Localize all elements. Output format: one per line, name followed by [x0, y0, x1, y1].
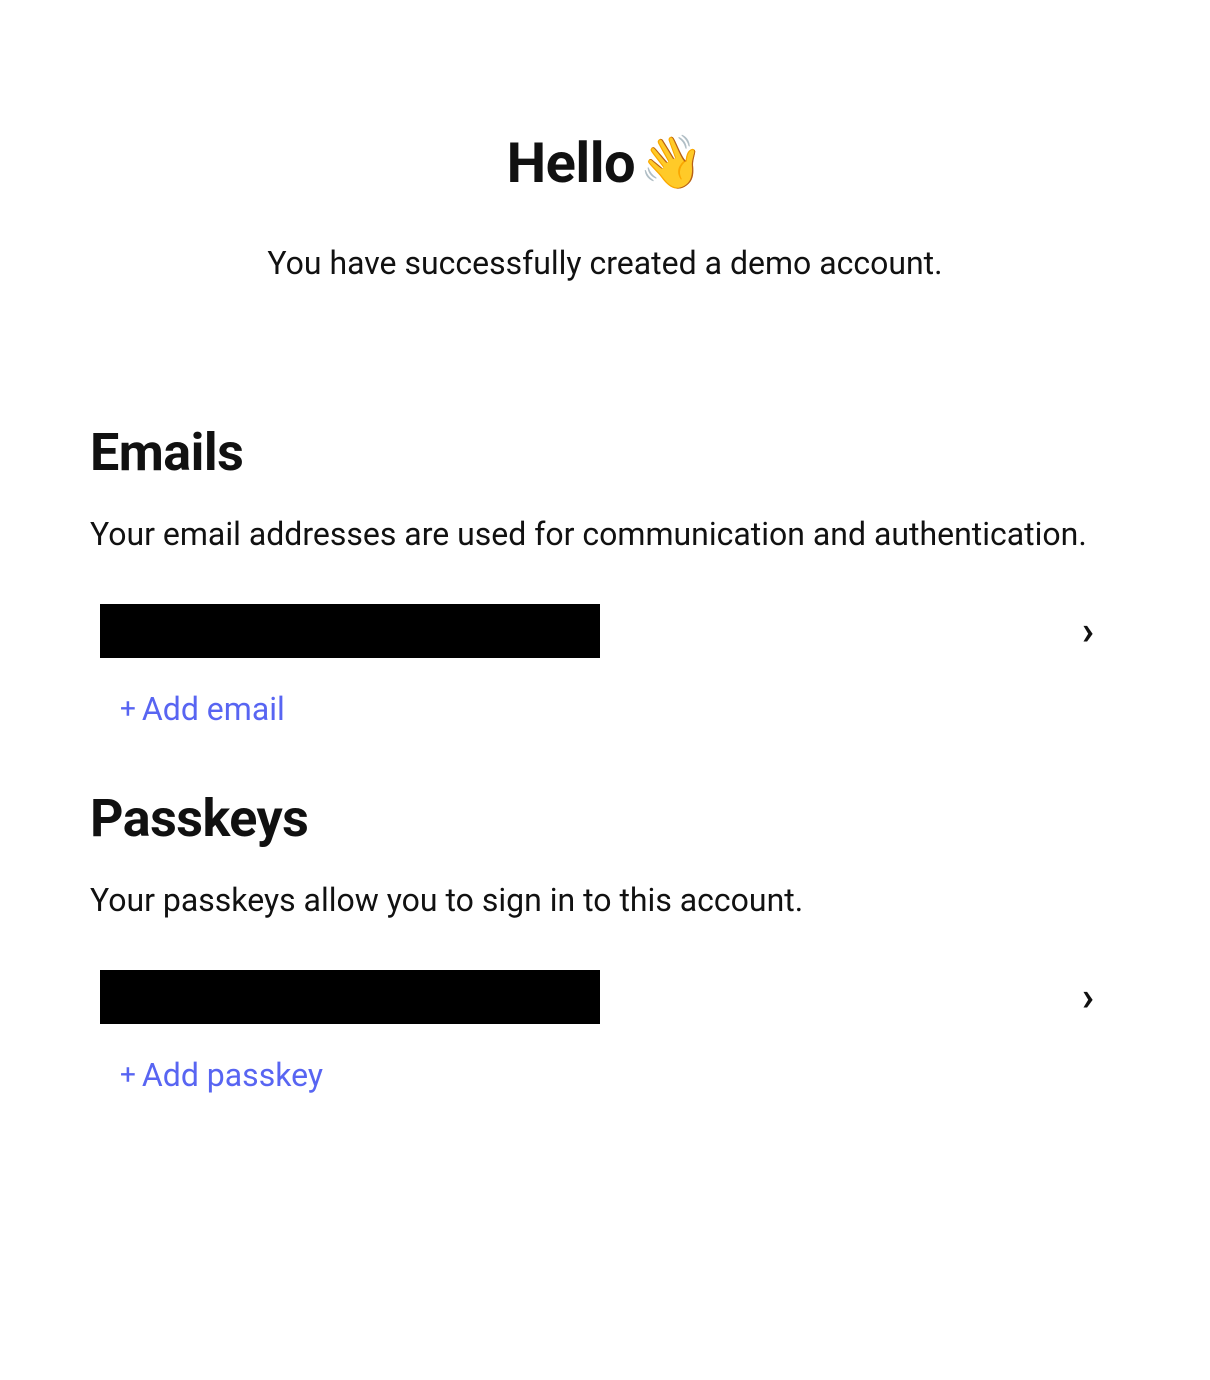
- hero-section: Hello👋 You have successfully created a d…: [90, 130, 1120, 282]
- add-passkey-button[interactable]: + Add passkey: [120, 1056, 323, 1094]
- hero-subtitle: You have successfully created a demo acc…: [90, 244, 1120, 282]
- passkeys-title: Passkeys: [90, 788, 1120, 849]
- email-value-redacted: [100, 604, 600, 658]
- hero-title: Hello👋: [507, 130, 704, 196]
- chevron-right-icon: ›: [1082, 611, 1110, 651]
- passkey-row[interactable]: ›: [90, 962, 1120, 1032]
- passkeys-description: Your passkeys allow you to sign in to th…: [90, 879, 1120, 922]
- plus-icon: +: [120, 695, 136, 723]
- chevron-right-icon: ›: [1082, 977, 1110, 1017]
- wave-icon: 👋: [639, 137, 703, 189]
- passkeys-section: Passkeys Your passkeys allow you to sign…: [90, 788, 1120, 1094]
- add-email-label: Add email: [142, 690, 285, 728]
- hero-title-text: Hello: [507, 130, 636, 196]
- main-container: Hello👋 You have successfully created a d…: [0, 0, 1210, 1094]
- email-row[interactable]: ›: [90, 596, 1120, 666]
- add-email-button[interactable]: + Add email: [120, 690, 285, 728]
- passkey-value-redacted: [100, 970, 600, 1024]
- add-passkey-label: Add passkey: [142, 1056, 323, 1094]
- emails-title: Emails: [90, 422, 1120, 483]
- emails-section: Emails Your email addresses are used for…: [90, 422, 1120, 728]
- emails-description: Your email addresses are used for commun…: [90, 513, 1120, 556]
- plus-icon: +: [120, 1061, 136, 1089]
